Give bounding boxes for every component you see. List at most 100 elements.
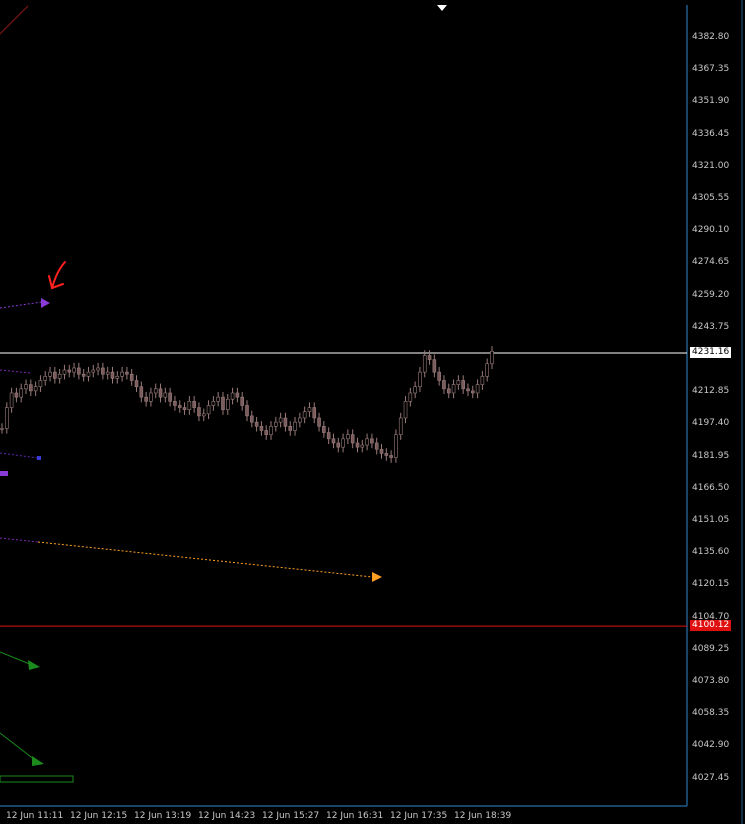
price-plot[interactable]	[0, 0, 745, 824]
candle-body	[101, 367, 105, 375]
candle-body	[470, 390, 475, 394]
price-axis-label: 4382.80	[692, 32, 730, 42]
time-axis-label: 12 Jun 18:39	[454, 811, 512, 821]
price-axis-label: 4259.20	[692, 289, 730, 300]
candle-body	[331, 438, 336, 444]
trendline-purple-3[interactable]	[0, 452, 39, 459]
candle-body	[201, 413, 206, 417]
price-axis-label: 4058.35	[692, 708, 730, 719]
trendline-purple-5[interactable]	[0, 537, 39, 543]
candle-body	[163, 392, 168, 398]
candle-body	[245, 405, 249, 417]
candle-body	[9, 392, 14, 408]
candle-body	[379, 448, 384, 454]
trendline-orange[interactable]	[37, 541, 373, 578]
trendline-purple-1[interactable]	[0, 301, 43, 309]
candle-body	[259, 426, 264, 431]
candle-body	[38, 380, 43, 388]
candle-body	[408, 392, 413, 402]
candle-body	[403, 401, 408, 419]
candle-body	[307, 407, 312, 413]
candle-body	[312, 407, 317, 419]
candle-body	[475, 384, 480, 394]
candle-body	[221, 396, 225, 410]
candle-body	[461, 380, 465, 390]
candle-body	[225, 398, 230, 410]
candle-body	[317, 417, 321, 427]
chart-shift-marker-icon[interactable]	[437, 5, 447, 11]
candle-body	[250, 415, 254, 423]
trendline-green-2[interactable]	[0, 732, 36, 761]
candle-body	[67, 369, 72, 373]
candle-body	[197, 407, 201, 417]
time-axis-label: 12 Jun 15:27	[262, 811, 320, 821]
candle-body	[235, 392, 240, 398]
candle-body	[120, 371, 124, 377]
candle-body	[240, 396, 244, 406]
candle-body	[182, 407, 187, 410]
candle-body	[57, 373, 62, 379]
price-axis-label: 4151.05	[692, 515, 730, 525]
candle-body	[341, 438, 345, 448]
chart-window[interactable]: 4382.80 4367.35 4351.90 4336.45 4321.00 4305.…	[0, 0, 745, 824]
candle-body	[29, 384, 33, 392]
candle-body	[490, 350, 494, 365]
candle-body	[442, 380, 446, 390]
candle-body	[293, 421, 297, 431]
price-axis-label: 4135.60	[692, 547, 730, 558]
bid-price-tag: 4231.16	[690, 347, 732, 359]
candle-body	[278, 417, 283, 423]
candle-body	[254, 421, 259, 427]
candle-body	[115, 375, 120, 379]
candle-body	[134, 380, 139, 388]
candle-body	[437, 371, 441, 381]
candle-body	[269, 426, 273, 435]
price-axis-label: 4351.90	[692, 96, 730, 107]
candle-body	[96, 367, 100, 371]
price-axis-label: 4367.35	[692, 64, 730, 75]
time-axis-label: 12 Jun 13:19	[134, 811, 192, 821]
time-axis-label: 12 Jun 16:31	[326, 811, 384, 821]
candle-body	[211, 401, 216, 406]
candle-body	[427, 355, 432, 360]
candle-body	[288, 426, 293, 431]
rectangle-object-green[interactable]	[0, 775, 74, 783]
candle-body	[485, 363, 489, 377]
candle-body	[216, 396, 220, 402]
price-axis-label: 4305.55	[692, 193, 730, 203]
candle-body	[283, 417, 288, 427]
candle-body	[322, 426, 326, 433]
candle-body	[0, 428, 4, 430]
candle-body	[398, 417, 403, 435]
price-axis-label: 4073.80	[692, 676, 730, 686]
arrow-head-orange	[372, 572, 382, 582]
candle-body	[360, 444, 365, 448]
candle-body	[81, 373, 86, 377]
candle-body	[173, 401, 177, 406]
time-axis-label: 12 Jun 14:23	[198, 811, 256, 821]
candle-body	[394, 434, 398, 458]
arrow-head-purple-1	[41, 298, 50, 308]
trendline-green-1[interactable]	[0, 651, 33, 666]
candle-body	[370, 438, 374, 444]
candle-body	[110, 371, 115, 379]
candle-body	[43, 375, 48, 381]
candle-body	[374, 442, 379, 450]
trendline-upper-red[interactable]	[0, 5, 29, 35]
candle-body	[53, 371, 57, 379]
price-axis-label: 4274.65	[692, 257, 730, 268]
time-axis-label: 12 Jun 12:15	[70, 811, 128, 821]
candle-body	[422, 355, 427, 373]
price-axis-label: 4166.50	[692, 482, 730, 493]
candle-body	[230, 392, 235, 400]
candle-body	[125, 371, 129, 375]
candle-body	[365, 438, 369, 446]
trendline-purple-2[interactable]	[0, 369, 31, 374]
candle-body	[153, 388, 158, 394]
candle-body	[86, 371, 91, 377]
candle-body	[456, 380, 461, 385]
alert-price-tag: 4100.12	[690, 620, 732, 632]
candle-body	[355, 442, 360, 448]
candle-body	[274, 421, 278, 427]
candle-body	[144, 396, 148, 402]
